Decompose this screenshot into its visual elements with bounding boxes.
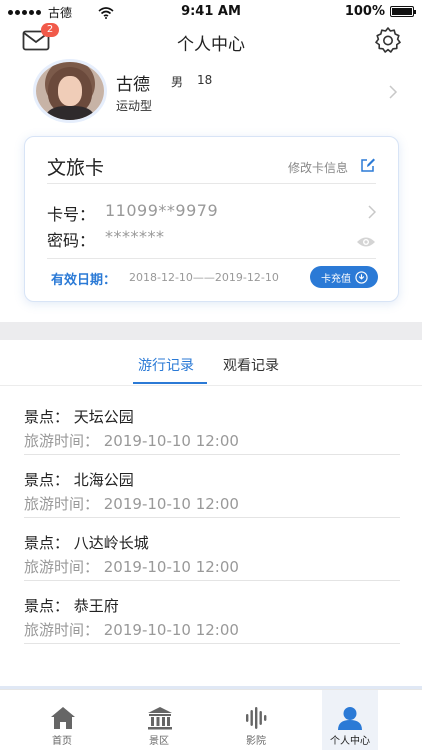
home-icon — [51, 707, 75, 729]
tab-home[interactable]: 首页 — [32, 690, 92, 750]
card-title: 文旅卡 — [47, 157, 105, 179]
battery-percent: 100% — [344, 4, 385, 19]
list-item[interactable]: 景点： 天坛公园 旅游时间： 2019-10-10 12:00 — [0, 400, 422, 463]
record-site: 景点： 恭王府 — [24, 597, 119, 615]
password-value: ******* — [105, 227, 165, 246]
theater-icon — [246, 707, 267, 729]
status-bar: 古德 9:41 AM 100% — [0, 0, 422, 22]
divider — [47, 258, 376, 259]
list-item[interactable]: 景点： 恭王府 旅游时间： 2019-10-10 12:00 — [0, 589, 422, 652]
section-separator — [0, 322, 422, 340]
divider — [24, 454, 400, 455]
divider — [24, 517, 400, 518]
valid-date-range: 2018-12-10——2019-12-10 — [129, 271, 279, 284]
user-icon — [338, 707, 362, 730]
user-age: 18 — [197, 73, 213, 87]
divider — [47, 183, 376, 184]
tab-theater[interactable]: 影院 — [226, 690, 286, 750]
settings-icon[interactable] — [374, 26, 402, 54]
record-site: 景点： 天坛公园 — [24, 408, 134, 426]
battery-icon — [390, 6, 416, 17]
recharge-button[interactable]: 卡充值 — [310, 266, 378, 288]
tab-scenic-label: 景区 — [149, 736, 169, 747]
recharge-icon — [355, 270, 368, 284]
tab-me[interactable]: 个人中心 — [322, 690, 378, 750]
password-label: 密码： — [47, 231, 96, 250]
divider — [24, 580, 400, 581]
recharge-label: 卡充值 — [321, 273, 351, 285]
record-time: 旅游时间： 2019-10-10 12:00 — [24, 432, 239, 450]
user-tag: 运动型 — [116, 99, 153, 113]
avatar[interactable] — [36, 62, 104, 120]
chevron-right-icon[interactable] — [388, 84, 398, 100]
card-number-value: 11099**9979 — [105, 201, 219, 220]
record-time: 旅游时间： 2019-10-10 12:00 — [24, 495, 239, 513]
culture-tourism-card: 文旅卡 修改卡信息 卡号： 11099**9979 密码： ******* 有效… — [24, 136, 399, 302]
eye-icon[interactable] — [356, 236, 376, 248]
tab-theater-label: 影院 — [246, 736, 266, 747]
nav-bar: 2 个人中心 — [0, 22, 422, 58]
card-number-label: 卡号： — [47, 205, 96, 224]
page-title: 个人中心 — [177, 35, 245, 55]
chevron-right-icon[interactable] — [368, 205, 376, 219]
tab-watch-records[interactable]: 观看记录 — [223, 355, 279, 375]
edit-icon[interactable] — [360, 157, 376, 173]
record-site: 景点： 八达岭长城 — [24, 534, 149, 552]
tab-home-label: 首页 — [52, 736, 72, 747]
record-time: 旅游时间： 2019-10-10 12:00 — [24, 621, 239, 639]
tab-travel-records[interactable]: 游行记录 — [138, 355, 194, 375]
edit-card-link[interactable]: 修改卡信息 — [288, 159, 348, 176]
record-time: 旅游时间： 2019-10-10 12:00 — [24, 558, 239, 576]
divider — [24, 643, 400, 644]
tab-scenic[interactable]: 景区 — [129, 690, 189, 750]
record-tabs: 游行记录 观看记录 — [0, 340, 422, 386]
list-item[interactable]: 景点： 八达岭长城 旅游时间： 2019-10-10 12:00 — [0, 526, 422, 589]
status-right: 100% — [344, 4, 416, 19]
valid-date-label: 有效日期： — [51, 273, 117, 288]
tab-bar: 首页 景区 影院 个人中心 — [0, 689, 422, 750]
user-gender: 男 — [171, 75, 184, 89]
record-list: 景点： 天坛公园 旅游时间： 2019-10-10 12:00 景点： 北海公园… — [0, 400, 422, 652]
battery-level — [392, 8, 412, 15]
user-name: 古德 — [116, 75, 150, 95]
list-item[interactable]: 景点： 北海公园 旅游时间： 2019-10-10 12:00 — [0, 463, 422, 526]
tab-active-indicator — [133, 382, 207, 384]
profile-header[interactable]: 古德 男 18 运动型 — [0, 62, 422, 122]
record-site: 景点： 北海公园 — [24, 471, 134, 489]
tab-me-label: 个人中心 — [330, 736, 370, 747]
scenic-icon — [148, 707, 172, 730]
